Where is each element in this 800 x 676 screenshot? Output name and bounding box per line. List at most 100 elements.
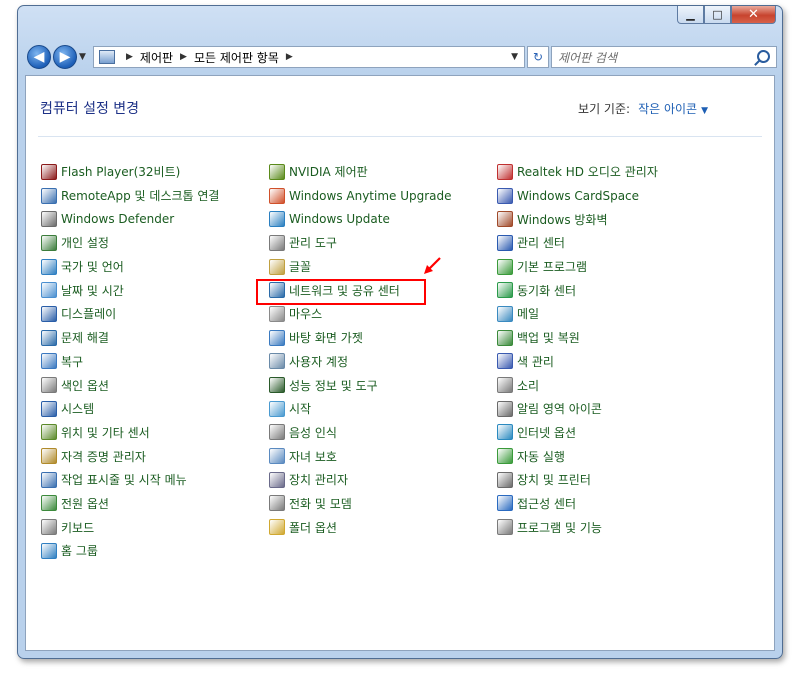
control-panel-item[interactable]: 복구 bbox=[41, 350, 269, 374]
control-panel-item[interactable]: 동기화 센터 bbox=[497, 278, 725, 302]
control-panel-item-label[interactable]: 마우스 bbox=[289, 305, 322, 322]
control-panel-item[interactable]: NVIDIA 제어판 bbox=[269, 160, 497, 184]
control-panel-item[interactable]: 키보드 bbox=[41, 515, 269, 539]
control-panel-item-label[interactable]: 전원 옵션 bbox=[61, 495, 109, 512]
control-panel-item[interactable]: 문제 해결 bbox=[41, 326, 269, 350]
control-panel-item-label[interactable]: NVIDIA 제어판 bbox=[289, 163, 368, 180]
control-panel-item[interactable]: 국가 및 언어 bbox=[41, 255, 269, 279]
control-panel-item-label[interactable]: Windows CardSpace bbox=[517, 189, 639, 203]
control-panel-item-label[interactable]: 관리 도구 bbox=[289, 234, 337, 251]
address-bar[interactable]: ▶ 제어판 ▶ 모든 제어판 항목 ▶ ▼ bbox=[93, 46, 525, 68]
control-panel-item[interactable]: Realtek HD 오디오 관리자 bbox=[497, 160, 725, 184]
control-panel-item-label[interactable]: 국가 및 언어 bbox=[61, 258, 124, 275]
control-panel-item-label[interactable]: 백업 및 복원 bbox=[517, 329, 580, 346]
control-panel-item-label[interactable]: Flash Player(32비트) bbox=[61, 163, 180, 180]
forward-button[interactable]: ▶ bbox=[53, 45, 77, 69]
control-panel-item[interactable]: 자격 증명 관리자 bbox=[41, 444, 269, 468]
control-panel-item[interactable]: 글꼴 bbox=[269, 255, 497, 279]
search-icon[interactable] bbox=[757, 50, 770, 63]
control-panel-item-label[interactable]: 작업 표시줄 및 시작 메뉴 bbox=[61, 471, 187, 488]
control-panel-item-label[interactable]: 사용자 계정 bbox=[289, 353, 348, 370]
control-panel-item-label[interactable]: 시스템 bbox=[61, 400, 94, 417]
control-panel-item[interactable]: Flash Player(32비트) bbox=[41, 160, 269, 184]
control-panel-item-label[interactable]: 글꼴 bbox=[289, 258, 311, 275]
control-panel-item-label[interactable]: 관리 센터 bbox=[517, 234, 565, 251]
close-button[interactable]: ✕ bbox=[731, 6, 776, 24]
control-panel-item-label[interactable]: 복구 bbox=[61, 353, 83, 370]
control-panel-item[interactable]: Windows Defender bbox=[41, 207, 269, 231]
control-panel-item-label[interactable]: 메일 bbox=[517, 305, 539, 322]
maximize-button[interactable]: □ bbox=[704, 6, 731, 24]
control-panel-item-label[interactable]: 장치 관리자 bbox=[289, 471, 348, 488]
control-panel-item[interactable]: 음성 인식 bbox=[269, 421, 497, 445]
control-panel-item[interactable]: 바탕 화면 가젯 bbox=[269, 326, 497, 350]
control-panel-item-label[interactable]: 프로그램 및 기능 bbox=[517, 519, 602, 536]
view-by-dropdown[interactable]: 작은 아이콘 bbox=[638, 102, 697, 116]
search-box[interactable] bbox=[551, 46, 777, 68]
control-panel-item[interactable]: 인터넷 옵션 bbox=[497, 421, 725, 445]
search-input[interactable] bbox=[556, 48, 750, 68]
breadcrumb-control-panel[interactable]: 제어판 bbox=[140, 49, 173, 66]
control-panel-item[interactable]: 자동 실행 bbox=[497, 444, 725, 468]
control-panel-item[interactable]: 장치 관리자 bbox=[269, 468, 497, 492]
control-panel-item[interactable]: 날짜 및 시간 bbox=[41, 278, 269, 302]
control-panel-item-label[interactable]: 인터넷 옵션 bbox=[517, 424, 576, 441]
chevron-down-icon[interactable]: ▼ bbox=[701, 106, 708, 116]
recent-pages-dropdown[interactable]: ▼ bbox=[79, 52, 86, 62]
control-panel-item-label[interactable]: 전화 및 모뎀 bbox=[289, 495, 352, 512]
control-panel-item[interactable]: 마우스 bbox=[269, 302, 497, 326]
control-panel-item-label[interactable]: Windows Anytime Upgrade bbox=[289, 189, 452, 203]
control-panel-item-label[interactable]: 알림 영역 아이콘 bbox=[517, 400, 602, 417]
control-panel-item-label[interactable]: 접근성 센터 bbox=[517, 495, 576, 512]
refresh-button[interactable]: ↻ bbox=[527, 46, 549, 68]
control-panel-item-label[interactable]: 키보드 bbox=[61, 519, 94, 536]
control-panel-item[interactable]: 알림 영역 아이콘 bbox=[497, 397, 725, 421]
control-panel-item[interactable]: 관리 도구 bbox=[269, 231, 497, 255]
control-panel-item-label[interactable]: 기본 프로그램 bbox=[517, 258, 587, 275]
control-panel-item-label[interactable]: 시작 bbox=[289, 400, 311, 417]
control-panel-item-label[interactable]: 동기화 센터 bbox=[517, 282, 576, 299]
control-panel-item-label[interactable]: 자동 실행 bbox=[517, 448, 565, 465]
chevron-right-icon[interactable]: ▶ bbox=[286, 52, 293, 62]
control-panel-item[interactable]: Windows Update bbox=[269, 207, 497, 231]
control-panel-item[interactable]: 작업 표시줄 및 시작 메뉴 bbox=[41, 468, 269, 492]
control-panel-item[interactable]: 시스템 bbox=[41, 397, 269, 421]
control-panel-item[interactable]: 색 관리 bbox=[497, 350, 725, 374]
control-panel-item[interactable]: 시작 bbox=[269, 397, 497, 421]
control-panel-item[interactable]: 장치 및 프린터 bbox=[497, 468, 725, 492]
control-panel-item-label[interactable]: 문제 해결 bbox=[61, 329, 109, 346]
control-panel-item-label[interactable]: 성능 정보 및 도구 bbox=[289, 377, 378, 394]
back-button[interactable]: ◀ bbox=[27, 45, 51, 69]
minimize-button[interactable]: ▁ bbox=[677, 6, 704, 24]
control-panel-item-label[interactable]: 디스플레이 bbox=[61, 305, 116, 322]
control-panel-item[interactable]: Windows 방화벽 bbox=[497, 207, 725, 231]
chevron-right-icon[interactable]: ▶ bbox=[180, 52, 187, 62]
control-panel-item[interactable]: 전화 및 모뎀 bbox=[269, 492, 497, 516]
control-panel-item[interactable]: 메일 bbox=[497, 302, 725, 326]
control-panel-item[interactable]: 소리 bbox=[497, 373, 725, 397]
address-dropdown-icon[interactable]: ▼ bbox=[511, 52, 518, 62]
control-panel-item-label[interactable]: Windows Defender bbox=[61, 212, 174, 226]
control-panel-item[interactable]: 개인 설정 bbox=[41, 231, 269, 255]
control-panel-item-label[interactable]: 폴더 옵션 bbox=[289, 519, 337, 536]
control-panel-item[interactable]: 기본 프로그램 bbox=[497, 255, 725, 279]
breadcrumb-all-items[interactable]: 모든 제어판 항목 bbox=[194, 49, 279, 66]
control-panel-item[interactable]: 디스플레이 bbox=[41, 302, 269, 326]
control-panel-item[interactable]: 성능 정보 및 도구 bbox=[269, 373, 497, 397]
control-panel-item[interactable]: 사용자 계정 bbox=[269, 350, 497, 374]
control-panel-item[interactable]: 관리 센터 bbox=[497, 231, 725, 255]
control-panel-item[interactable]: Windows Anytime Upgrade bbox=[269, 184, 497, 208]
control-panel-item[interactable]: 홈 그룹 bbox=[41, 539, 269, 563]
control-panel-item[interactable]: 위치 및 기타 센서 bbox=[41, 421, 269, 445]
control-panel-item[interactable]: 색인 옵션 bbox=[41, 373, 269, 397]
control-panel-item-label[interactable]: RemoteApp 및 데스크톱 연결 bbox=[61, 187, 219, 204]
control-panel-item[interactable]: Windows CardSpace bbox=[497, 184, 725, 208]
control-panel-item-label[interactable]: 소리 bbox=[517, 377, 539, 394]
control-panel-item-label[interactable]: 바탕 화면 가젯 bbox=[289, 329, 363, 346]
control-panel-item-label[interactable]: 자녀 보호 bbox=[289, 448, 337, 465]
control-panel-item-label[interactable]: 홈 그룹 bbox=[61, 542, 98, 559]
control-panel-item[interactable]: RemoteApp 및 데스크톱 연결 bbox=[41, 184, 269, 208]
control-panel-item-label[interactable]: 색 관리 bbox=[517, 353, 554, 370]
control-panel-item[interactable]: 백업 및 복원 bbox=[497, 326, 725, 350]
control-panel-item-label[interactable]: 음성 인식 bbox=[289, 424, 337, 441]
